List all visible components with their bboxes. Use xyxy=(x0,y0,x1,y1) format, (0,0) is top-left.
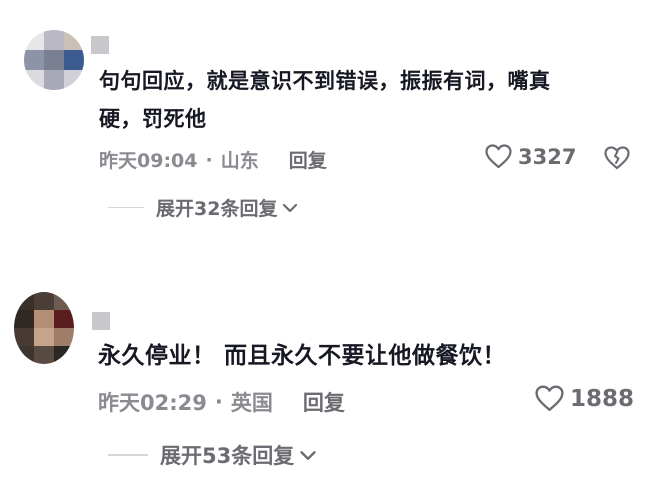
heart-outline-icon xyxy=(485,144,512,169)
comment-meta: 昨天02:29 · 英国 回复 xyxy=(98,387,345,417)
expand-replies[interactable]: 展开53条回复 xyxy=(108,440,317,470)
divider-line xyxy=(108,206,144,209)
avatar[interactable] xyxy=(14,292,74,364)
like-count: 1888 xyxy=(570,385,635,412)
expand-replies-label: 展开32条回复 xyxy=(156,198,278,220)
expand-replies-label: 展开53条回复 xyxy=(160,444,295,468)
comment-text: 永久停业！ 而且永久不要让他做餐饮！ xyxy=(98,337,506,375)
username[interactable] xyxy=(91,36,109,54)
comment-item: 句句回应，就是意识不到错误，振振有词，嘴真 硬，罚死他 昨天09:04 · 山东… xyxy=(0,0,660,240)
reply-button[interactable]: 回复 xyxy=(289,146,327,173)
comment-text-line: 句句回应，就是意识不到错误，振振有词，嘴真 xyxy=(99,69,551,93)
like-button[interactable]: 1888 xyxy=(535,385,634,412)
comment-location: 山东 xyxy=(220,150,259,172)
comment-text: 句句回应，就是意识不到错误，振振有词，嘴真 硬，罚死他 xyxy=(99,62,551,138)
comment-text-line: 硬，罚死他 xyxy=(99,107,207,131)
chevron-down-icon xyxy=(294,443,317,467)
separator: · xyxy=(205,148,213,171)
avatar[interactable] xyxy=(24,30,84,90)
reply-button[interactable]: 回复 xyxy=(303,387,345,417)
comment-location: 英国 xyxy=(230,391,273,415)
comment-item: 永久停业！ 而且永久不要让他做餐饮！ 昨天02:29 · 英国 回复 1888 … xyxy=(0,240,660,495)
comment-meta: 昨天09:04 · 山东 回复 xyxy=(99,146,327,173)
separator: · xyxy=(214,390,223,414)
heart-outline-icon xyxy=(535,385,564,412)
comment-time: 昨天09:04 xyxy=(99,150,198,172)
broken-heart-icon xyxy=(604,146,630,174)
dislike-button[interactable] xyxy=(604,146,630,174)
like-button[interactable]: 3327 xyxy=(485,144,576,169)
comment-text-line: 永久停业！ 而且永久不要让他做餐饮！ xyxy=(98,343,507,369)
comment-time: 昨天02:29 xyxy=(98,391,207,415)
like-count: 3327 xyxy=(518,144,577,169)
divider-line xyxy=(108,454,148,456)
chevron-down-icon xyxy=(277,197,298,219)
expand-replies[interactable]: 展开32条回复 xyxy=(108,194,298,221)
username[interactable] xyxy=(92,312,110,330)
